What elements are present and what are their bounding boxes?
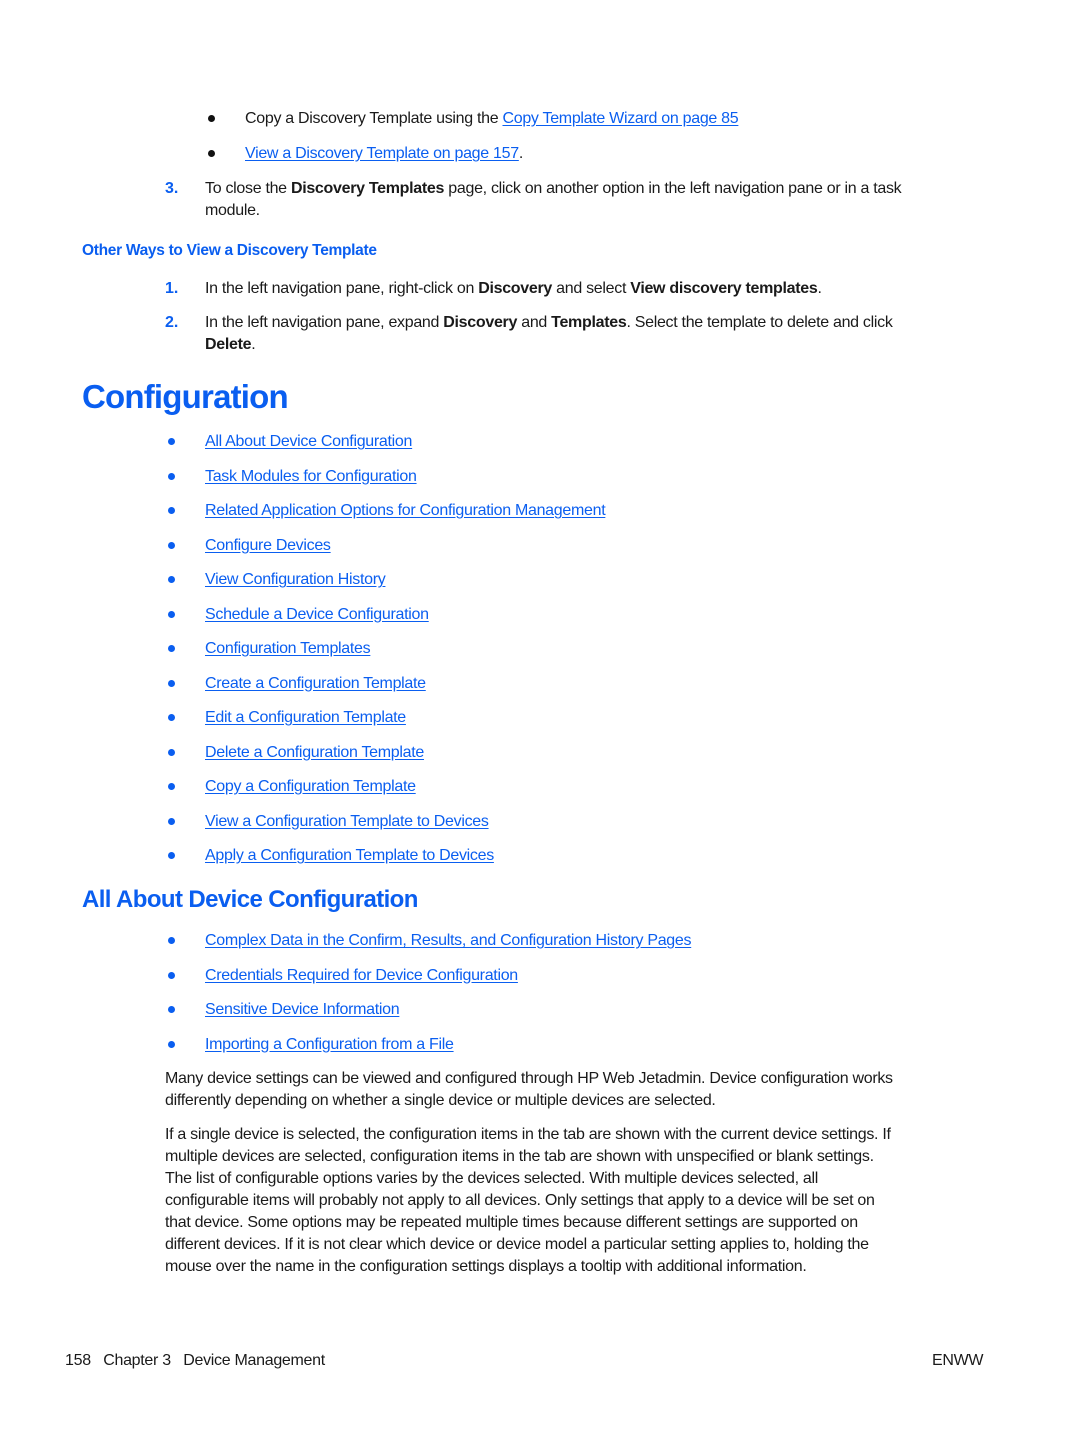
- toc-link[interactable]: Edit a Configuration Template: [205, 707, 406, 729]
- toc-link[interactable]: Configure Devices: [205, 535, 331, 557]
- page-heading-configuration: Configuration: [82, 378, 289, 415]
- toc-link[interactable]: Credentials Required for Device Configur…: [205, 965, 518, 987]
- bullet-icon: [208, 150, 215, 157]
- toc-link[interactable]: Delete a Configuration Template: [205, 742, 424, 764]
- bullet-icon: [168, 971, 175, 979]
- bullet-icon: [168, 783, 175, 790]
- bullet-icon: [168, 817, 175, 825]
- paragraph-intro: Many device settings can be viewed and c…: [165, 1070, 893, 1109]
- toc-link[interactable]: Copy a Configuration Template: [205, 776, 416, 798]
- bullet-icon: [168, 645, 175, 652]
- bullet-icon: [168, 1040, 175, 1048]
- bullet-icon: [168, 852, 175, 859]
- bullet-icon: [208, 115, 215, 122]
- toc-link[interactable]: Related Application Options for Configur…: [205, 500, 606, 522]
- step-2-text: In the left navigation pane, expand Disc…: [205, 314, 893, 353]
- page-number: 158: [65, 1352, 91, 1369]
- toc-link[interactable]: Sensitive Device Information: [205, 999, 400, 1021]
- chapter-title: Device Management: [183, 1352, 325, 1369]
- bullet-icon: [168, 714, 175, 721]
- toc-link[interactable]: Configuration Templates: [205, 638, 371, 660]
- toc-link[interactable]: Schedule a Device Configuration: [205, 604, 429, 626]
- bullet-icon: [168, 541, 175, 549]
- page-footer-right: ENWW: [932, 1350, 984, 1372]
- paragraph-details: If a single device is selected, the conf…: [165, 1126, 891, 1275]
- step-number: 3.: [165, 180, 179, 197]
- view-discovery-template-link[interactable]: View a Discovery Template on page 157: [245, 145, 519, 162]
- step-number: 1.: [165, 280, 179, 297]
- chapter-label: Chapter 3: [103, 1352, 171, 1369]
- step-1-text: In the left navigation pane, right-click…: [205, 280, 822, 297]
- toc-link[interactable]: View a Configuration Template to Devices: [205, 811, 489, 833]
- toc-link[interactable]: Create a Configuration Template: [205, 673, 426, 695]
- bullet-icon: [168, 937, 175, 944]
- bullet-icon: [168, 438, 175, 445]
- step-3-text: To close the Discovery Templates page, c…: [205, 180, 902, 219]
- bullet-icon: [168, 610, 175, 618]
- bullet-icon: [168, 576, 175, 583]
- bullet-icon: [168, 1006, 175, 1013]
- bullet-suffix: .: [518, 145, 523, 162]
- step-number: 2.: [165, 314, 179, 331]
- toc-link[interactable]: Apply a Configuration Template to Device…: [205, 845, 494, 867]
- locale-code: ENWW: [932, 1352, 984, 1369]
- toc-link[interactable]: Complex Data in the Confirm, Results, an…: [205, 930, 692, 952]
- ui-term: Discovery Templates: [290, 180, 445, 197]
- section-heading-other-ways: Other Ways to View a Discovery Template: [82, 242, 377, 259]
- toc-link[interactable]: Importing a Configuration from a File: [205, 1034, 454, 1056]
- bullet-icon: [168, 507, 175, 514]
- bullet-icon: [168, 748, 175, 756]
- section-heading-all-about: All About Device Configuration: [82, 886, 418, 913]
- toc-link[interactable]: View Configuration History: [205, 569, 386, 591]
- bullet-icon: [168, 679, 175, 687]
- page-footer-left: 158 Chapter 3 Device Management: [65, 1350, 325, 1372]
- toc-link[interactable]: All About Device Configuration: [205, 431, 412, 453]
- toc-link[interactable]: Task Modules for Configuration: [205, 466, 417, 488]
- copy-template-wizard-link[interactable]: Copy Template Wizard on page 85: [502, 110, 738, 127]
- bullet-text: Copy a Discovery Template using the: [245, 110, 503, 127]
- document-page: Copy a Discovery Template using the Copy…: [0, 0, 1080, 1437]
- bullet-icon: [168, 472, 175, 480]
